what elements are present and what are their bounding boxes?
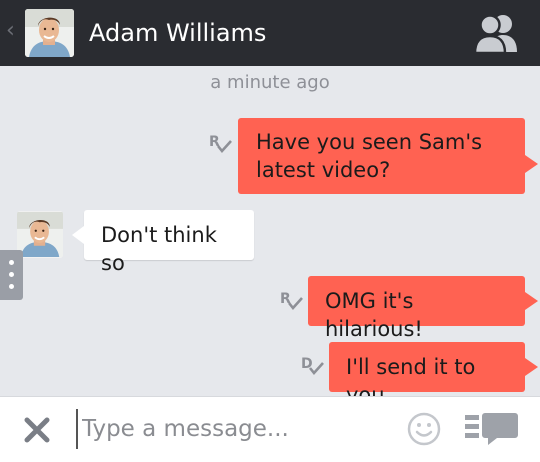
delivered-receipt-icon: D: [301, 356, 324, 376]
bubble-tail: [72, 226, 84, 244]
sender-avatar[interactable]: [17, 211, 63, 258]
message-timestamp: a minute ago: [210, 72, 330, 93]
drawer-handle[interactable]: [0, 250, 23, 300]
bubble-tail: [525, 358, 538, 376]
smiley-icon: [407, 412, 441, 446]
contacts-button[interactable]: [470, 12, 524, 56]
message-input[interactable]: [76, 409, 386, 449]
contact-name: Adam Williams: [89, 19, 267, 47]
bubble-tail: [525, 155, 538, 173]
message-text-line: Have you seen Sam's: [256, 130, 483, 154]
read-receipt-icon: R: [280, 291, 303, 311]
chat-header: ‹ Adam Williams: [0, 0, 540, 66]
emoji-button[interactable]: [406, 411, 442, 447]
message-text: OMG it's hilarious!: [325, 289, 423, 341]
contact-avatar[interactable]: [25, 9, 74, 57]
incoming-message[interactable]: Don't think so: [72, 210, 254, 275]
back-chevron-icon[interactable]: ‹: [6, 17, 15, 45]
person-photo-icon: [17, 211, 63, 258]
handle-dot: [9, 284, 14, 289]
read-receipt-icon: R: [209, 134, 232, 154]
sticker-chat-icon: [465, 413, 518, 445]
message-text: Don't think so: [101, 223, 217, 275]
close-button[interactable]: [22, 415, 52, 445]
outgoing-message[interactable]: I'll send it to you: [329, 342, 538, 396]
bubble-tail: [525, 292, 538, 310]
close-icon: [24, 417, 50, 443]
composer-bar: [0, 396, 540, 462]
contacts-icon: [473, 14, 517, 55]
handle-dot: [9, 272, 14, 277]
message-text-line: latest video?: [256, 158, 391, 182]
outgoing-message[interactable]: Have you seen Sam's latest video?: [238, 118, 538, 194]
handle-dot: [9, 260, 14, 265]
person-photo-icon: [25, 9, 74, 57]
message-list[interactable]: a minute ago R Have you seen Sam's lates…: [0, 66, 540, 396]
message-text: I'll send it to you: [346, 355, 476, 396]
outgoing-message[interactable]: OMG it's hilarious!: [308, 276, 538, 341]
stickers-button[interactable]: [463, 411, 519, 447]
